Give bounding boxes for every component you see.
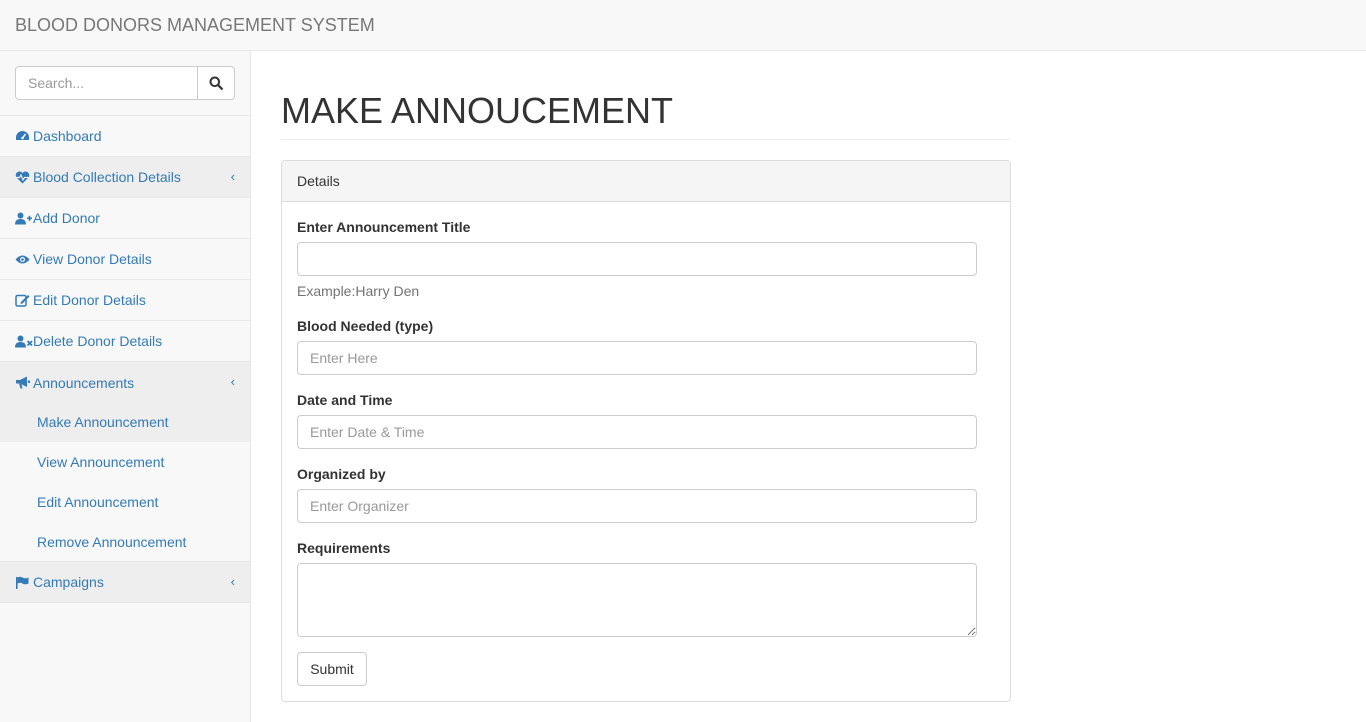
sidebar-item-label: Add Donor xyxy=(33,210,100,226)
sidebar-subitem-edit-announcement[interactable]: Edit Announcement xyxy=(0,482,250,522)
sidebar: Dashboard Blood Collection Details ‹ Add… xyxy=(0,51,251,722)
eye-icon xyxy=(15,252,33,266)
sidebar-item-label: Announcements xyxy=(33,374,135,391)
sidebar-subitem-make-announcement[interactable]: Make Announcement xyxy=(0,402,250,442)
chevron-left-icon: ‹ xyxy=(230,574,235,589)
sidebar-item-label: Edit Donor Details xyxy=(33,292,146,308)
sidebar-subitem-label: View Announcement xyxy=(37,454,165,470)
chevron-left-icon: ‹ xyxy=(230,374,235,389)
sidebar-item-label: Blood Collection Details xyxy=(33,169,181,185)
dashboard-icon xyxy=(15,129,33,143)
sidebar-subitem-remove-announcement[interactable]: Remove Announcement xyxy=(0,522,250,562)
requirements-textarea[interactable] xyxy=(297,563,977,637)
search-icon xyxy=(209,76,223,90)
title-divider xyxy=(281,139,1011,140)
edit-icon xyxy=(15,293,33,307)
user-plus-icon xyxy=(15,211,33,225)
blood-needed-input[interactable] xyxy=(297,341,977,375)
sidebar-item-dashboard[interactable]: Dashboard xyxy=(0,116,250,157)
sidebar-item-delete-donor[interactable]: Delete Donor Details xyxy=(0,321,250,362)
heartbeat-icon xyxy=(15,170,33,184)
organizer-label: Organized by xyxy=(297,466,386,482)
sidebar-item-add-donor[interactable]: Add Donor xyxy=(0,198,250,239)
title-help-text: Example:Harry Den xyxy=(297,283,420,299)
sidebar-subitem-label: Remove Announcement xyxy=(37,533,187,550)
sidebar-item-label: Campaigns xyxy=(33,574,104,590)
datetime-label: Date and Time xyxy=(297,392,393,408)
datetime-input[interactable] xyxy=(297,415,977,449)
sidebar-item-edit-donor[interactable]: Edit Donor Details xyxy=(0,280,250,321)
search-input[interactable] xyxy=(15,66,198,100)
requirements-label: Requirements xyxy=(297,540,391,556)
organizer-input[interactable] xyxy=(297,489,977,523)
page-title: MAKE ANNOUCEMENT xyxy=(281,90,674,131)
sidebar-item-blood-collection[interactable]: Blood Collection Details ‹ xyxy=(0,157,250,198)
bullhorn-icon xyxy=(15,376,33,390)
sidebar-subitem-view-announcement[interactable]: View Announcement xyxy=(0,442,250,482)
sidebar-item-label: Delete Donor Details xyxy=(33,333,163,349)
sidebar-search xyxy=(0,51,250,116)
top-navbar: BLOOD DONORS MANAGEMENT SYSTEM xyxy=(0,0,1366,51)
panel-heading: Details xyxy=(282,161,1010,202)
sidebar-item-label: View Donor Details xyxy=(33,251,152,267)
sidebar-item-announcements[interactable]: Announcements ‹ xyxy=(0,362,250,403)
search-button[interactable] xyxy=(197,66,235,100)
chevron-left-icon: ‹ xyxy=(230,169,235,184)
sidebar-item-view-donor[interactable]: View Donor Details xyxy=(0,239,250,280)
flag-icon xyxy=(15,575,33,589)
sidebar-item-campaigns[interactable]: Campaigns ‹ xyxy=(0,562,250,603)
details-panel: Details Enter Announcement Title Example… xyxy=(281,160,1011,702)
sidebar-subitem-label: Make Announcement xyxy=(37,414,169,430)
blood-needed-label: Blood Needed (type) xyxy=(297,318,434,334)
announcement-title-input[interactable] xyxy=(297,242,977,276)
sidebar-item-label: Dashboard xyxy=(33,128,102,144)
user-times-icon xyxy=(15,334,33,348)
sidebar-subitem-label: Edit Announcement xyxy=(37,494,159,510)
title-label: Enter Announcement Title xyxy=(297,219,471,235)
main-content: MAKE ANNOUCEMENT Details Enter Announcem… xyxy=(251,51,1366,722)
submit-button[interactable]: Submit xyxy=(297,652,367,686)
app-brand[interactable]: BLOOD DONORS MANAGEMENT SYSTEM xyxy=(15,15,375,35)
